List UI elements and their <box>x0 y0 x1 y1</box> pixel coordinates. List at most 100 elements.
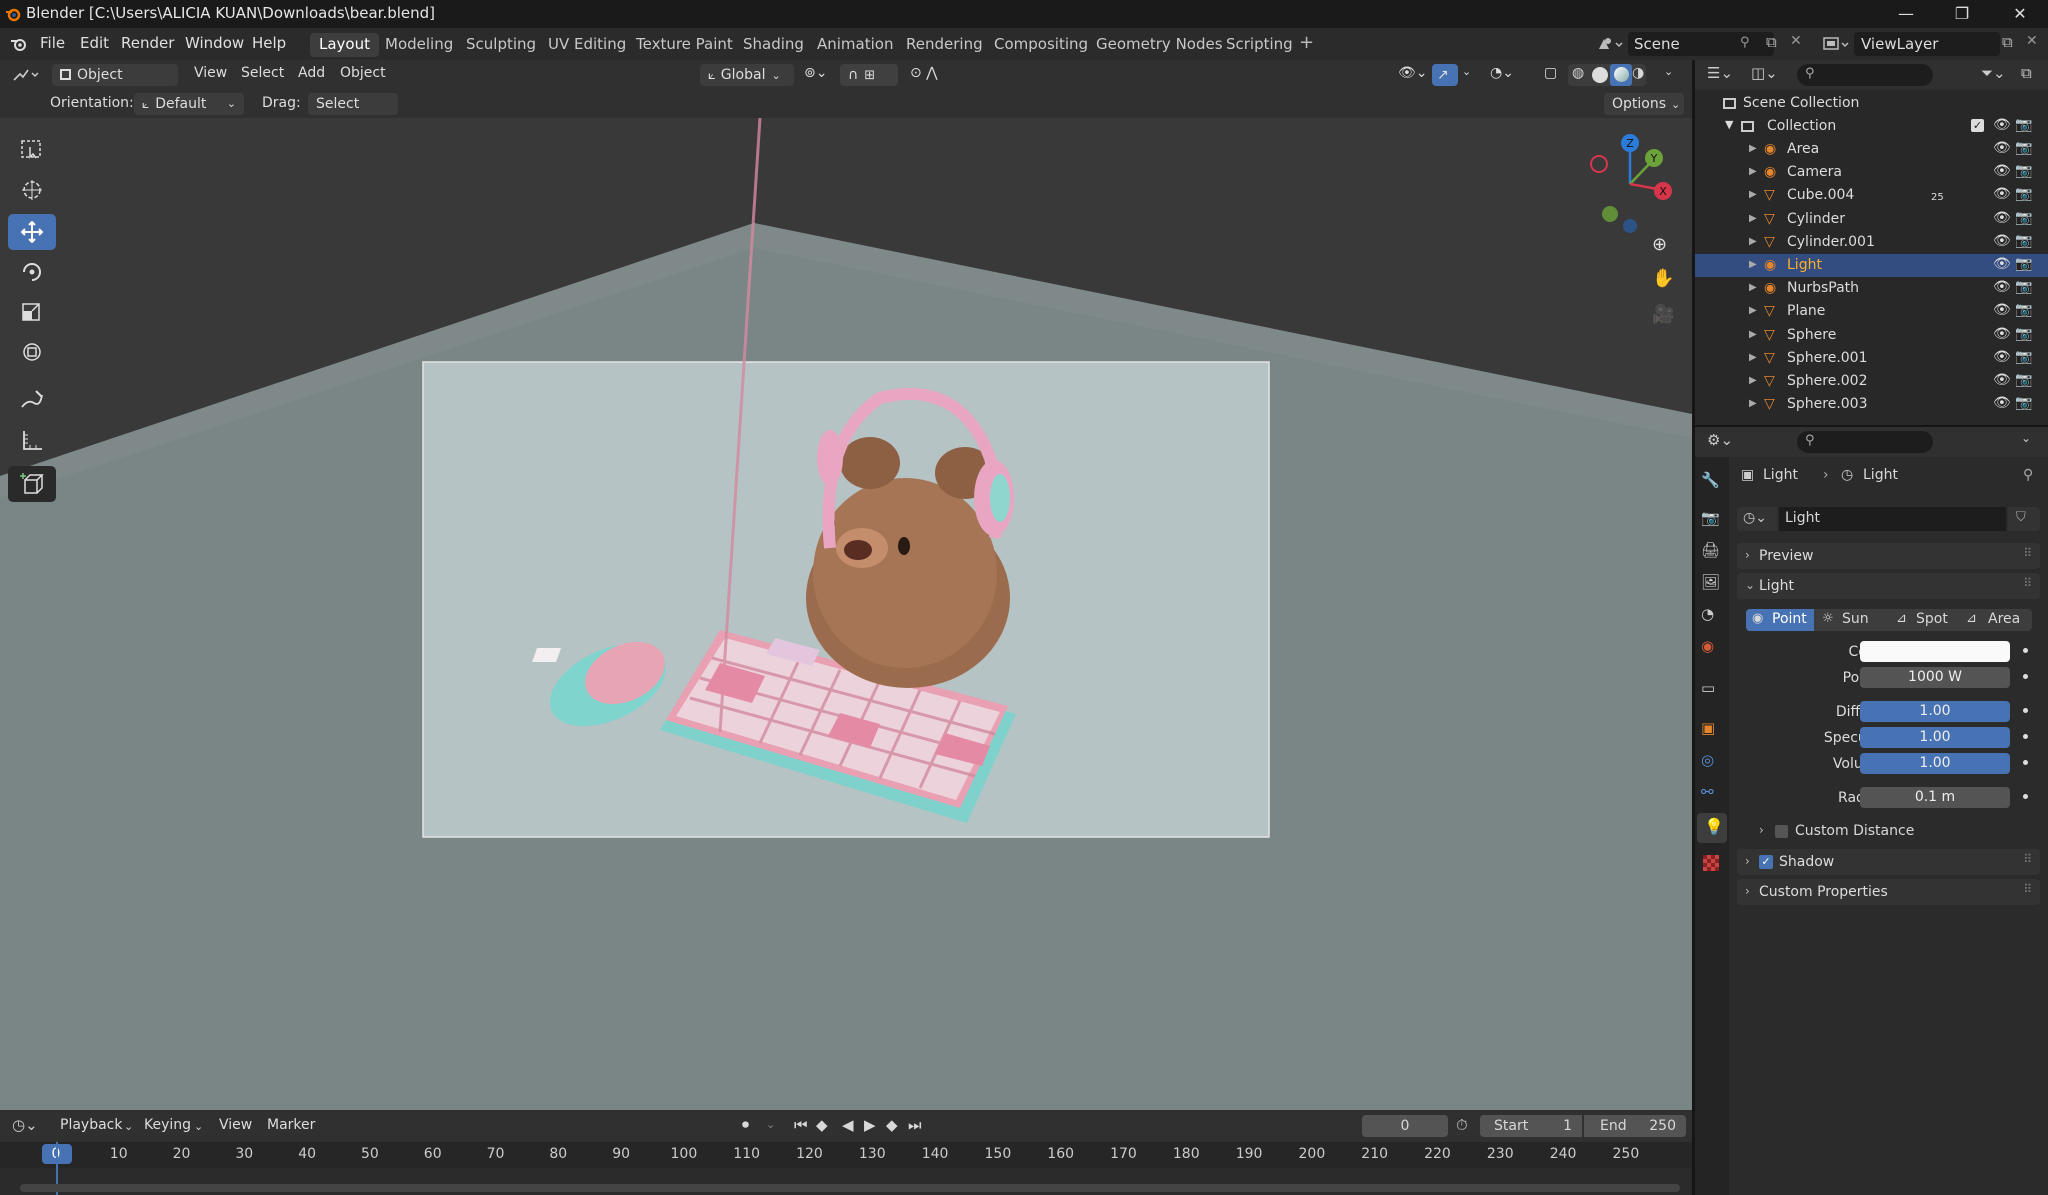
expand-arrow-icon[interactable]: ▶ <box>1749 166 1757 177</box>
solid-shading-icon[interactable] <box>1592 67 1608 83</box>
render-camera-icon[interactable]: 📷 <box>2015 210 2032 226</box>
eye-icon[interactable]: 👁 <box>1993 117 2011 133</box>
light-type-sun[interactable]: ☼ Sun <box>1816 609 1886 631</box>
add-workspace-icon[interactable]: + <box>1299 32 1314 53</box>
outliner-row[interactable]: ▶ ▽ Cylinder 👁 📷 <box>1695 208 2048 231</box>
outliner-search-input[interactable]: ⚲ <box>1797 64 1933 86</box>
menu-help[interactable]: Help <box>252 34 286 52</box>
light-data-tab[interactable]: 💡 <box>1697 813 1727 843</box>
outliner-row[interactable]: ▶ ◉ Light 👁 📷 <box>1695 254 2048 277</box>
chevron-down-icon[interactable]: ⌄ <box>2021 431 2031 445</box>
view-layer-icon[interactable] <box>1822 35 1852 53</box>
object-tab-icon[interactable]: ▣ <box>1701 719 1723 741</box>
eye-icon[interactable]: 👁 <box>1993 210 2011 226</box>
next-keyframe-icon[interactable]: ◆ <box>886 1116 898 1134</box>
editor-type-icon[interactable] <box>12 67 42 83</box>
tab-layout[interactable]: Layout <box>310 33 379 57</box>
object-mode-dropdown[interactable]: Object Mode⌄ <box>52 64 178 105</box>
specular-slider[interactable]: 1.00 <box>1860 727 2010 748</box>
render-camera-icon[interactable]: 📷 <box>2015 372 2032 388</box>
outliner-row[interactable]: ▶ ▽ Sphere.002 👁 📷 <box>1695 370 2048 393</box>
power-field[interactable]: 1000 W <box>1860 667 2010 688</box>
diffuse-slider[interactable]: 1.00 <box>1860 701 2010 722</box>
tab-rendering[interactable]: Rendering <box>897 33 992 57</box>
keyframe-dot-icon[interactable] <box>2023 794 2028 799</box>
render-camera-icon[interactable]: 📷 <box>2015 349 2032 365</box>
eye-icon[interactable]: 👁 <box>1993 395 2011 411</box>
eye-icon[interactable]: 👁 <box>1993 186 2011 202</box>
expand-arrow-icon[interactable]: ▶ <box>1749 352 1757 363</box>
render-camera-icon[interactable]: 📷 <box>2015 279 2032 295</box>
outliner-row[interactable]: ▶ ▽ Plane 👁 📷 <box>1695 300 2048 323</box>
light-panel-header[interactable]: ⌄ Light ⠿ <box>1737 573 2040 599</box>
timeline-scrollbar[interactable] <box>20 1184 1680 1192</box>
world-tab-icon[interactable]: ◉ <box>1701 637 1723 659</box>
outliner-row[interactable]: ▶ ◉ NurbsPath 👁 📷 <box>1695 277 2048 300</box>
render-camera-icon[interactable]: 📷 <box>2015 140 2032 156</box>
drag-handle-icon[interactable]: ⠿ <box>2023 576 2032 590</box>
scene-tab-icon[interactable]: ◔ <box>1701 605 1723 627</box>
keyframe-dot-icon[interactable] <box>2023 674 2028 679</box>
volume-slider[interactable]: 1.00 <box>1860 753 2010 774</box>
eye-icon[interactable]: 👁 <box>1993 372 2011 388</box>
light-type-point[interactable]: ◉ Point <box>1746 609 1814 631</box>
close-button[interactable]: ✕ <box>2000 2 2040 26</box>
light-type-spot[interactable]: ⊿ Spot <box>1888 609 1958 631</box>
scene-selector[interactable]: Scene ⚲ <box>1628 32 1774 56</box>
tab-scripting[interactable]: Scripting <box>1217 33 1302 57</box>
annotate-tool[interactable] <box>8 382 56 418</box>
keyframe-dot-icon[interactable] <box>2023 648 2028 653</box>
zoom-icon[interactable]: ⊕ <box>1652 234 1667 255</box>
custom-distance-subpanel[interactable]: › Custom Distance <box>1753 820 2040 844</box>
scale-tool[interactable] <box>8 294 56 330</box>
color-swatch[interactable] <box>1860 641 2010 662</box>
measure-tool[interactable] <box>8 422 56 458</box>
render-camera-icon[interactable]: 📷 <box>2015 302 2032 318</box>
delete-scene-icon[interactable]: ✕ <box>1790 33 1802 49</box>
tab-modeling[interactable]: Modeling <box>376 33 462 57</box>
texture-tab-icon[interactable] <box>1703 855 1719 871</box>
eye-icon[interactable]: 👁 <box>1993 302 2011 318</box>
transform-tool[interactable] <box>8 334 56 370</box>
stopwatch-icon[interactable]: ⏱ <box>1456 1116 1468 1134</box>
light-datablock-name[interactable]: Light <box>1779 507 2006 531</box>
tab-animation[interactable]: Animation <box>808 33 902 57</box>
tab-texture-paint[interactable]: Texture Paint <box>627 33 742 57</box>
outliner-row[interactable]: ▶ ◉ Area 👁 📷 <box>1695 138 2048 161</box>
material-preview-shading-icon[interactable] <box>1610 64 1632 86</box>
expand-arrow-icon[interactable]: ▶ <box>1749 305 1757 316</box>
expand-arrow-icon[interactable]: ▶ <box>1749 398 1757 409</box>
fake-user-button[interactable]: ⛉ <box>2008 507 2040 531</box>
menu-view[interactable]: View <box>194 65 227 81</box>
collapse-arrow-icon[interactable]: ▼ <box>1725 118 1733 131</box>
expand-arrow-icon[interactable]: ▶ <box>1749 282 1757 293</box>
play-reverse-icon[interactable]: ◀ <box>842 1116 854 1134</box>
menu-keying[interactable]: Keying <box>144 1117 191 1133</box>
tool-tab-icon[interactable]: 🔧 <box>1701 471 1723 493</box>
shadow-checkbox[interactable]: ✓ <box>1759 855 1773 869</box>
eye-icon[interactable]: 👁 <box>1993 279 2011 295</box>
select-box-tool[interactable] <box>8 132 56 168</box>
visibility-icon[interactable]: 👁⌄ <box>1398 65 1428 81</box>
preview-panel-header[interactable]: › Preview ⠿ <box>1737 543 2040 569</box>
play-icon[interactable]: ▶ <box>864 1116 876 1134</box>
render-camera-icon[interactable]: 📷 <box>2015 186 2032 202</box>
current-frame-field[interactable]: 0 <box>1362 1115 1448 1137</box>
shadow-panel-header[interactable]: › ✓ Shadow ⠿ <box>1737 849 2040 875</box>
drag-dropdown[interactable]: Select Box⌄ <box>308 93 398 134</box>
outliner-row[interactable]: ▶ ▽ Sphere.001 👁 📷 <box>1695 347 2048 370</box>
constraints-tab-icon[interactable]: ⚯ <box>1701 783 1723 805</box>
prev-keyframe-icon[interactable]: ◆ <box>816 1116 828 1134</box>
keyframe-dot-icon[interactable] <box>2023 708 2028 713</box>
menu-object[interactable]: Object <box>340 65 386 81</box>
render-camera-icon[interactable]: 📷 <box>2015 117 2032 133</box>
tab-uv-editing[interactable]: UV Editing <box>539 33 635 57</box>
render-camera-icon[interactable]: 📷 <box>2015 326 2032 342</box>
exclude-checkbox[interactable]: ✓ <box>1971 119 1984 132</box>
menu-view[interactable]: View <box>219 1117 252 1133</box>
properties-editor-type-icon[interactable]: ⚙⌄ <box>1707 431 1733 449</box>
gizmo-toggle[interactable]: ↗ <box>1432 64 1458 86</box>
eye-icon[interactable]: 👁 <box>1993 256 2011 272</box>
transform-orientation-dropdown[interactable]: ⟀ Global ⌄ <box>700 64 794 86</box>
outliner-row[interactable]: ▶ ▽ Cube.004 👁 📷 <box>1695 184 2048 207</box>
